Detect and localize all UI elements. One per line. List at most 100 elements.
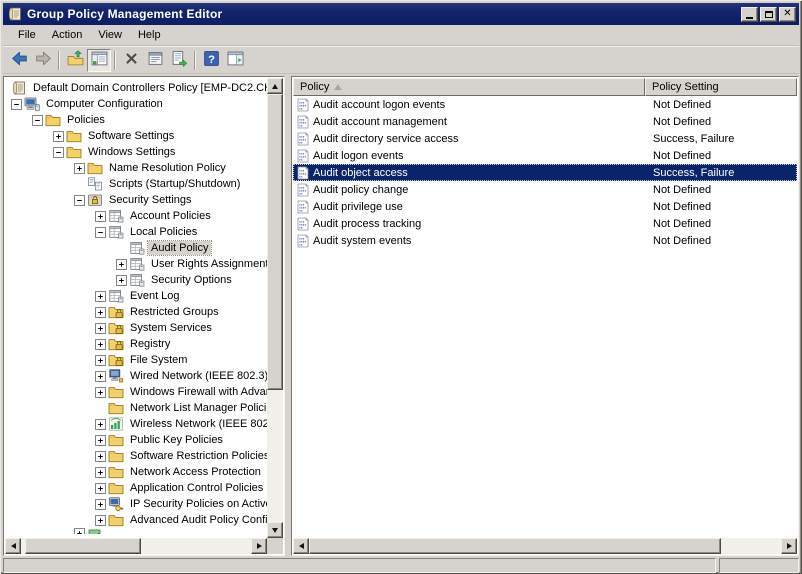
horizontal-scroll-thumb[interactable] [25, 538, 141, 554]
column-header-policy-setting[interactable]: Policy Setting [645, 78, 797, 96]
tree-item[interactable]: Event Log [5, 288, 267, 304]
expand-icon[interactable] [95, 498, 106, 510]
properties-button[interactable] [143, 49, 167, 72]
toolbar-separator [58, 50, 60, 70]
scroll-right-button[interactable] [781, 538, 797, 554]
tree-item[interactable]: Registry [5, 336, 267, 352]
tree-item[interactable]: Audit Policy [5, 240, 267, 256]
policy-setting: Success, Failure [653, 166, 735, 179]
tree-item[interactable]: Security Settings [5, 192, 267, 208]
expand-icon[interactable] [95, 322, 106, 334]
menu-action[interactable]: Action [44, 27, 91, 43]
tree-item[interactable]: Network List Manager Policies [5, 400, 267, 416]
tree-item[interactable]: Software Settings [5, 128, 267, 144]
policy-row[interactable]: Audit object access Success, Failure [293, 164, 797, 181]
expand-icon[interactable] [95, 370, 106, 382]
expand-icon[interactable] [95, 434, 106, 446]
tree-item[interactable]: Account Policies [5, 208, 267, 224]
expand-icon[interactable] [95, 354, 106, 366]
delete-button[interactable] [119, 49, 143, 72]
expand-icon[interactable] [95, 514, 106, 526]
expand-icon[interactable] [116, 258, 127, 270]
collapse-icon[interactable] [11, 98, 22, 110]
tree-item[interactable]: System Services [5, 320, 267, 336]
horizontal-scroll-thumb[interactable] [309, 538, 721, 554]
policy-name: Audit account management [313, 115, 447, 128]
policy-name: Audit directory service access [313, 132, 459, 145]
tree-item[interactable]: Name Resolution Policy [5, 160, 267, 176]
expand-icon[interactable] [95, 482, 106, 494]
scrollbar-corner [267, 538, 283, 554]
scroll-down-button[interactable] [267, 522, 283, 538]
help-button[interactable]: ? [199, 49, 223, 72]
scroll-right-button[interactable] [251, 538, 267, 554]
forward-button[interactable] [31, 49, 55, 72]
tree-item[interactable]: Computer Configuration [5, 96, 267, 112]
show-console-tree-button[interactable] [87, 48, 111, 72]
tree-item[interactable]: Wired Network (IEEE 802.3) P [5, 368, 267, 384]
tree-horizontal-scrollbar[interactable] [5, 538, 267, 554]
tree-item[interactable]: Public Key Policies [5, 432, 267, 448]
menu-view[interactable]: View [90, 27, 130, 43]
export-list-button[interactable] [167, 49, 191, 72]
policy-row[interactable]: Audit account management Not Defined [293, 113, 797, 130]
tree-item[interactable]: User Rights Assignment [5, 256, 267, 272]
back-button[interactable] [7, 49, 31, 72]
collapse-icon[interactable] [74, 194, 85, 206]
collapse-icon[interactable] [53, 146, 64, 158]
maximize-button[interactable] [760, 6, 777, 22]
menu-file[interactable]: File [10, 27, 44, 43]
tree-item[interactable]: File System [5, 352, 267, 368]
policy-setting: Not Defined [653, 183, 712, 196]
show-action-pane-button[interactable] [223, 49, 247, 72]
policy-name: Audit process tracking [313, 217, 422, 230]
policy-row[interactable]: Audit account logon events Not Defined [293, 96, 797, 113]
expand-icon[interactable] [95, 418, 106, 430]
tree-item[interactable]: Windows Firewall with Advanc [5, 384, 267, 400]
collapse-icon[interactable] [32, 114, 43, 126]
policy-row[interactable]: Audit system events Not Defined [293, 232, 797, 249]
list-horizontal-scrollbar[interactable] [293, 538, 797, 554]
tree-item[interactable]: Policies [5, 112, 267, 128]
tree-item[interactable]: Security Options [5, 272, 267, 288]
expand-icon[interactable] [53, 130, 64, 142]
column-header-policy[interactable]: Policy [293, 78, 645, 96]
up-one-level-button[interactable] [63, 49, 87, 72]
tree-item[interactable]: Network Access Protection [5, 464, 267, 480]
tree-item[interactable]: IP Security Policies on Active D [5, 496, 267, 512]
expand-icon[interactable] [74, 162, 85, 174]
expand-icon[interactable] [95, 386, 106, 398]
vertical-scroll-thumb[interactable] [267, 94, 283, 390]
tree-vertical-scrollbar[interactable] [267, 78, 283, 538]
expand-icon[interactable] [95, 466, 106, 478]
policy-row[interactable]: Audit privilege use Not Defined [293, 198, 797, 215]
tree-item[interactable]: Scripts (Startup/Shutdown) [5, 176, 267, 192]
tree-item[interactable]: Default Domain Controllers Policy [EMP-D… [5, 80, 267, 96]
tree-item[interactable]: Local Policies [5, 224, 267, 240]
expand-icon[interactable] [95, 290, 106, 302]
close-button[interactable]: ✕ [779, 6, 796, 22]
scroll-up-button[interactable] [267, 78, 283, 94]
tree-item[interactable]: Application Control Policies [5, 480, 267, 496]
expand-icon[interactable] [116, 274, 127, 286]
collapse-icon[interactable] [95, 226, 106, 238]
tree-item[interactable]: Windows Settings [5, 144, 267, 160]
policy-row[interactable]: Audit directory service access Success, F… [293, 130, 797, 147]
scroll-left-button[interactable] [293, 538, 309, 554]
tree-item[interactable]: Advanced Audit Policy Configu [5, 512, 267, 528]
policy-row[interactable]: Audit policy change Not Defined [293, 181, 797, 198]
scroll-left-button[interactable] [5, 538, 21, 554]
expand-icon[interactable] [95, 306, 106, 318]
tree-item[interactable]: Software Restriction Policies [5, 448, 267, 464]
policy-row[interactable]: Audit process tracking Not Defined [293, 215, 797, 232]
tree-item[interactable]: Restricted Groups [5, 304, 267, 320]
tree-item[interactable] [5, 528, 267, 534]
minimize-button[interactable] [741, 6, 758, 22]
expand-icon[interactable] [95, 210, 106, 222]
policy-row[interactable]: Audit logon events Not Defined [293, 147, 797, 164]
expand-icon[interactable] [74, 528, 85, 534]
menu-help[interactable]: Help [130, 27, 169, 43]
expand-icon[interactable] [95, 338, 106, 350]
expand-icon[interactable] [95, 450, 106, 462]
tree-item[interactable]: Wireless Network (IEEE 802.1 [5, 416, 267, 432]
